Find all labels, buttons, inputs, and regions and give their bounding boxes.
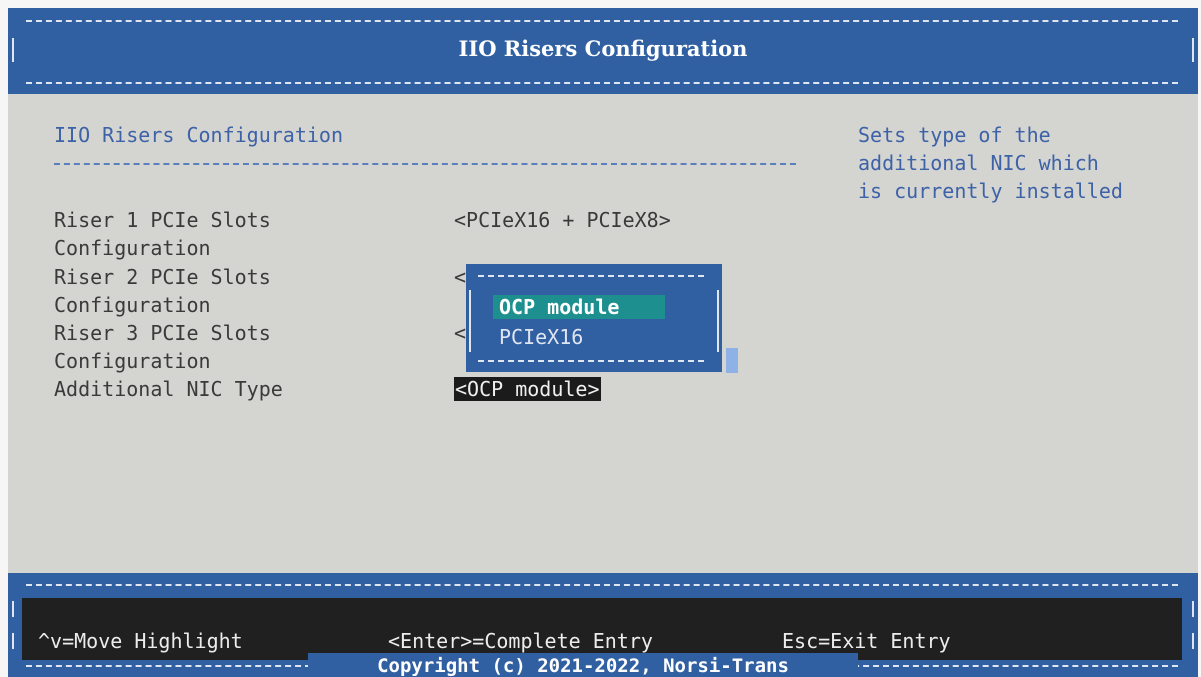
riser3-label: Riser 3 PCIe Slots [54, 321, 271, 345]
nic-type-value-wrap[interactable]: <OCP module> [454, 376, 601, 402]
options-popup: OCP module PCIeX16 [466, 264, 722, 372]
key-help-esc: Esc=Exit Entry [782, 629, 951, 653]
key-help-move: ^v=Move Highlight [38, 629, 243, 653]
popup-option-ocp[interactable]: OCP module [499, 294, 619, 320]
riser1-label-cont: Configuration [54, 236, 211, 260]
header-bar: IIO Risers Configuration [8, 8, 1198, 94]
riser2-label: Riser 2 PCIe Slots [54, 265, 271, 289]
copyright-text: Copyright (c) 2021-2022, Norsi-Trans [308, 653, 858, 677]
text-cursor [726, 348, 738, 373]
section-title: IIO Risers Configuration [54, 123, 343, 147]
help-line-1: Sets type of the [858, 123, 1051, 147]
key-help-enter: <Enter>=Complete Entry [388, 629, 653, 653]
nic-type-label: Additional NIC Type [54, 377, 283, 401]
header-title: IIO Risers Configuration [458, 36, 748, 61]
riser1-label: Riser 1 PCIe Slots [54, 208, 271, 232]
help-line-2: additional NIC which [858, 151, 1099, 175]
section-divider [54, 163, 796, 165]
bios-screen: IIO Risers Configuration IIO Risers Conf… [8, 8, 1198, 677]
riser3-label-cont: Configuration [54, 349, 211, 373]
nic-type-value[interactable]: <OCP module> [454, 377, 601, 401]
riser3-value[interactable]: < [454, 320, 466, 346]
help-line-3: is currently installed [858, 179, 1123, 203]
footer-bar: ^v=Move Highlight <Enter>=Complete Entry… [8, 573, 1198, 677]
popup-option-pciex16[interactable]: PCIeX16 [499, 324, 583, 350]
riser2-value[interactable]: < [454, 264, 466, 290]
riser1-value[interactable]: <PCIeX16 + PCIeX8> [454, 207, 671, 233]
riser2-label-cont: Configuration [54, 293, 211, 317]
key-help-area: ^v=Move Highlight <Enter>=Complete Entry… [22, 598, 1182, 660]
